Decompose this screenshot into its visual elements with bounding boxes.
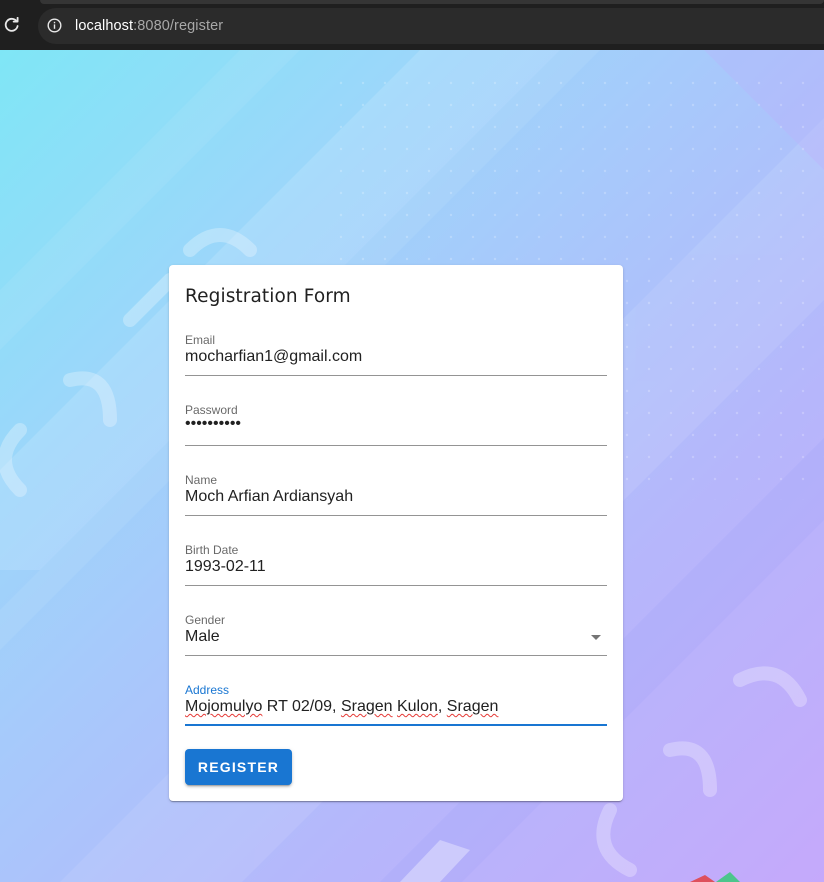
tab-strip-edge — [40, 0, 824, 4]
address-part: , — [437, 698, 447, 715]
form-title: Registration Form — [185, 286, 351, 307]
email-label: Email — [185, 333, 216, 347]
password-underline — [185, 445, 607, 446]
address-part: Sragen — [446, 698, 499, 715]
email-value[interactable]: mocharfian1@gmail.com — [185, 348, 362, 366]
name-label: Name — [185, 473, 218, 487]
birth-date-label: Birth Date — [185, 543, 239, 557]
chevron-down-icon[interactable] — [591, 635, 601, 640]
address-value[interactable]: Mojomulyo RT 02/09, Sragen Kulon, Sragen — [185, 698, 498, 716]
password-value[interactable]: •••••••••• — [185, 415, 241, 433]
url-host: localhost — [75, 18, 134, 34]
password-field[interactable]: Password •••••••••• — [185, 403, 607, 451]
birth-date-field[interactable]: Birth Date 1993-02-11 — [185, 543, 607, 591]
address-field[interactable]: Address Mojomulyo RT 02/09, Sragen Kulon… — [185, 683, 607, 731]
url-text[interactable]: localhost:8080/register — [75, 17, 223, 35]
reload-icon[interactable] — [4, 16, 20, 33]
address-label: Address — [185, 683, 230, 697]
address-part: RT 02/09, — [262, 698, 341, 715]
birth-date-value[interactable]: 1993-02-11 — [185, 558, 266, 576]
gender-value[interactable]: Male — [185, 628, 220, 646]
page-background: Registration Form Email mocharfian1@gmai… — [0, 50, 824, 882]
gender-select[interactable]: Gender Male — [185, 613, 607, 661]
address-part: Mojomulyo — [185, 698, 263, 715]
gender-underline — [185, 655, 607, 656]
registration-card: Registration Form Email mocharfian1@gmai… — [169, 265, 623, 801]
birth-date-underline — [185, 585, 607, 586]
address-part: Sragen — [340, 698, 393, 715]
gender-label: Gender — [185, 613, 226, 627]
name-value[interactable]: Moch Arfian Ardiansyah — [185, 488, 353, 506]
name-underline — [185, 515, 607, 516]
browser-toolbar: localhost:8080/register — [0, 0, 824, 50]
email-field[interactable]: Email mocharfian1@gmail.com — [185, 333, 607, 381]
register-button[interactable]: REGISTER — [185, 749, 292, 785]
address-underline — [185, 724, 607, 726]
url-path: :8080/register — [133, 18, 224, 34]
name-field[interactable]: Name Moch Arfian Ardiansyah — [185, 473, 607, 521]
site-info-icon[interactable] — [47, 18, 62, 33]
email-underline — [185, 375, 607, 376]
address-part: Kulon — [396, 698, 438, 715]
